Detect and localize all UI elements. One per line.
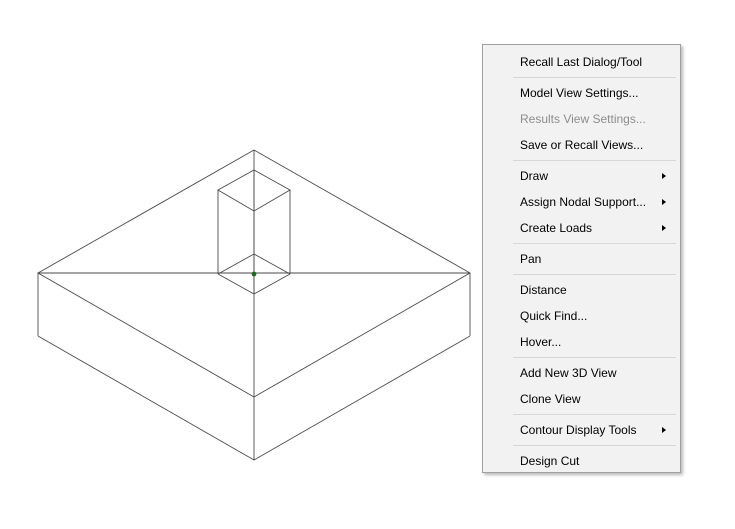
menu-item-label: Assign Nodal Support... <box>520 195 647 209</box>
menu-separator <box>513 243 676 244</box>
menu-item-label: Draw <box>520 169 549 183</box>
column-bottom-left <box>217 273 255 295</box>
menu-item-label: Contour Display Tools <box>520 423 637 437</box>
menu-item-create-loads[interactable]: Create Loads <box>483 215 680 241</box>
menu-item-model-view-settings[interactable]: Model View Settings... <box>483 80 680 106</box>
node-point[interactable] <box>251 271 257 277</box>
menu-item-label: Pan <box>520 252 542 266</box>
menu-separator <box>513 445 676 446</box>
submenu-arrow-icon <box>662 199 666 205</box>
menu-item-hover[interactable]: Hover... <box>483 329 680 355</box>
menu-item-label: Clone View <box>520 392 581 406</box>
menu-item-label: Add New 3D View <box>520 366 617 380</box>
menu-item-pan[interactable]: Pan <box>483 246 680 272</box>
menu-item-label: Results View Settings... <box>520 112 646 126</box>
submenu-arrow-icon <box>662 173 666 179</box>
menu-separator <box>513 77 676 78</box>
menu-item-label: Recall Last Dialog/Tool <box>520 55 643 69</box>
menu-item-design-cut[interactable]: Design Cut <box>483 448 680 474</box>
column-bottom-back-left <box>217 253 255 275</box>
menu-item-label: Model View Settings... <box>520 86 639 100</box>
menu-item-add-new-3d-view[interactable]: Add New 3D View <box>483 360 680 386</box>
menu-item-label: Distance <box>520 283 567 297</box>
menu-separator <box>513 357 676 358</box>
menu-item-contour-display-tools[interactable]: Contour Display Tools <box>483 417 680 443</box>
submenu-arrow-icon <box>662 225 666 231</box>
menu-item-distance[interactable]: Distance <box>483 277 680 303</box>
menu-separator <box>513 160 676 161</box>
menu-item-label: Quick Find... <box>520 309 588 323</box>
column-bottom-back-right <box>253 253 291 275</box>
menu-item-recall-last-dialog-tool[interactable]: Recall Last Dialog/Tool <box>483 49 680 75</box>
submenu-arrow-icon <box>662 427 666 433</box>
menu-separator <box>513 414 676 415</box>
menu-item-label: Design Cut <box>520 454 580 468</box>
menu-item-label: Save or Recall Views... <box>520 138 644 152</box>
column-bottom-right <box>253 273 291 295</box>
menu-item-save-or-recall-views[interactable]: Save or Recall Views... <box>483 132 680 158</box>
context-menu: Recall Last Dialog/Tool Model View Settin… <box>482 44 681 473</box>
menu-item-quick-find[interactable]: Quick Find... <box>483 303 680 329</box>
menu-item-clone-view[interactable]: Clone View <box>483 386 680 412</box>
menu-separator <box>513 274 676 275</box>
menu-item-draw[interactable]: Draw <box>483 163 680 189</box>
menu-item-label: Hover... <box>520 335 562 349</box>
menu-item-label: Create Loads <box>520 221 593 235</box>
menu-item-assign-nodal-support[interactable]: Assign Nodal Support... <box>483 189 680 215</box>
menu-item-results-view-settings: Results View Settings... <box>483 106 680 132</box>
